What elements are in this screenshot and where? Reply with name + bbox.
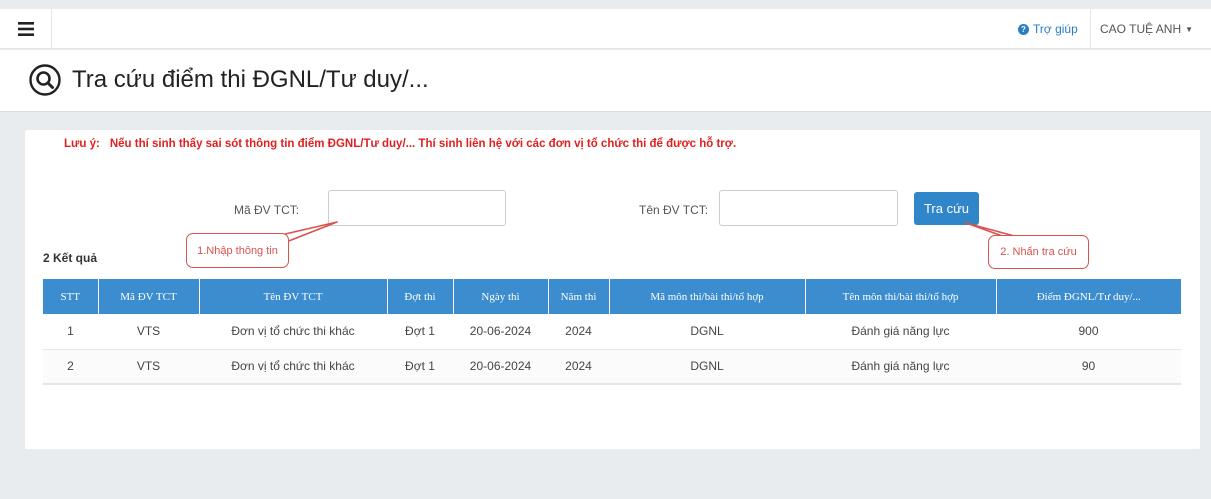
cell-ngay-thi: 20-06-2024 — [453, 349, 548, 385]
ma-dv-tct-label: Mã ĐV TCT: — [234, 203, 300, 217]
cell-ten-dv-tct: Đơn vị tổ chức thi khác — [199, 314, 387, 350]
cell-dot-thi: Đợt 1 — [387, 349, 453, 385]
column-header-ten-dv-tct[interactable]: Tên ĐV TCT — [199, 279, 388, 314]
column-header-dot-thi[interactable]: Đợt thi — [387, 279, 454, 314]
user-name: CAO TUỆ ANH — [1100, 22, 1182, 36]
cell-ma-mon-thi: DGNL — [609, 349, 805, 385]
warning-note-text: Nếu thí sinh thấy sai sót thông tin điểm… — [109, 138, 737, 150]
help-label: Trợ giúp — [1033, 22, 1078, 36]
search-panel: Lưu ý: Nếu thí sinh thấy sai sót thông ti… — [25, 130, 1200, 449]
column-header-ten-mon-thi[interactable]: Tên môn thi/bài thi/tổ hợp — [805, 279, 997, 314]
question-circle-icon: ? — [1018, 23, 1029, 35]
cell-nam-thi: 2024 — [548, 349, 609, 385]
user-menu[interactable]: CAO TUỆ ANH ▼ — [1100, 22, 1193, 36]
callout-step-2-text: 2. Nhấn tra cứu — [1000, 246, 1077, 258]
search-circle-icon — [29, 64, 61, 96]
page-title: Tra cứu điểm thi ĐGNL/Tư duy/... — [72, 66, 429, 93]
callout-step-1: 1.Nhập thông tin — [186, 233, 289, 268]
table-header-row: STT Mã ĐV TCT Tên ĐV TCT Đợt thi Ngày th… — [43, 279, 1181, 314]
page-header: Tra cứu điểm thi ĐGNL/Tư duy/... — [0, 50, 1211, 112]
ten-dv-tct-label: Tên ĐV TCT: — [639, 203, 709, 217]
cell-ngay-thi: 20-06-2024 — [453, 314, 548, 350]
search-button[interactable]: Tra cứu — [914, 192, 979, 225]
column-header-ma-mon-thi[interactable]: Mã môn thi/bài thi/tổ hợp — [609, 279, 806, 314]
cell-stt: 2 — [43, 349, 98, 385]
callout-step-2: 2. Nhấn tra cứu — [988, 235, 1089, 269]
cell-ten-mon-thi: Đánh giá năng lực — [805, 349, 996, 385]
cell-ma-mon-thi: DGNL — [609, 314, 805, 350]
table-row: 1 VTS Đơn vị tổ chức thi khác Đợt 1 20-0… — [43, 314, 1181, 350]
cell-ten-dv-tct: Đơn vị tổ chức thi khác — [199, 349, 387, 385]
caret-down-icon: ▼ — [1185, 25, 1194, 35]
warning-note-label: Lưu ý: — [64, 138, 100, 150]
results-table: STT Mã ĐV TCT Tên ĐV TCT Đợt thi Ngày th… — [43, 279, 1181, 385]
menu-toggle-button[interactable] — [0, 9, 52, 49]
column-header-stt[interactable]: STT — [43, 279, 99, 314]
cell-diem: 900 — [996, 314, 1181, 350]
top-navbar: ? Trợ giúp CAO TUỆ ANH ▼ — [0, 9, 1211, 49]
cell-nam-thi: 2024 — [548, 314, 609, 350]
cell-ma-dv-tct: VTS — [98, 349, 199, 385]
ten-dv-tct-input[interactable] — [719, 190, 898, 226]
result-count: 2 Kết quả — [43, 251, 98, 265]
cell-ten-mon-thi: Đánh giá năng lực — [805, 314, 996, 350]
warning-note: Lưu ý: Nếu thí sinh thấy sai sót thông ti… — [64, 138, 736, 150]
cell-diem: 90 — [996, 349, 1181, 385]
help-link[interactable]: ? Trợ giúp — [1018, 22, 1078, 36]
callout-step-1-text: 1.Nhập thông tin — [197, 244, 278, 257]
table-row: 2 VTS Đơn vị tổ chức thi khác Đợt 1 20-0… — [43, 349, 1181, 385]
cell-ma-dv-tct: VTS — [98, 314, 199, 350]
column-header-diem[interactable]: Điểm ĐGNL/Tư duy/... — [996, 279, 1181, 314]
column-header-nam-thi[interactable]: Năm thi — [548, 279, 610, 314]
column-header-ma-dv-tct[interactable]: Mã ĐV TCT — [98, 279, 200, 314]
navbar-divider — [1090, 9, 1091, 49]
cell-dot-thi: Đợt 1 — [387, 314, 453, 350]
cell-stt: 1 — [43, 314, 98, 350]
column-header-ngay-thi[interactable]: Ngày thi — [453, 279, 549, 314]
hamburger-icon — [17, 22, 34, 36]
ma-dv-tct-input[interactable] — [328, 190, 506, 226]
